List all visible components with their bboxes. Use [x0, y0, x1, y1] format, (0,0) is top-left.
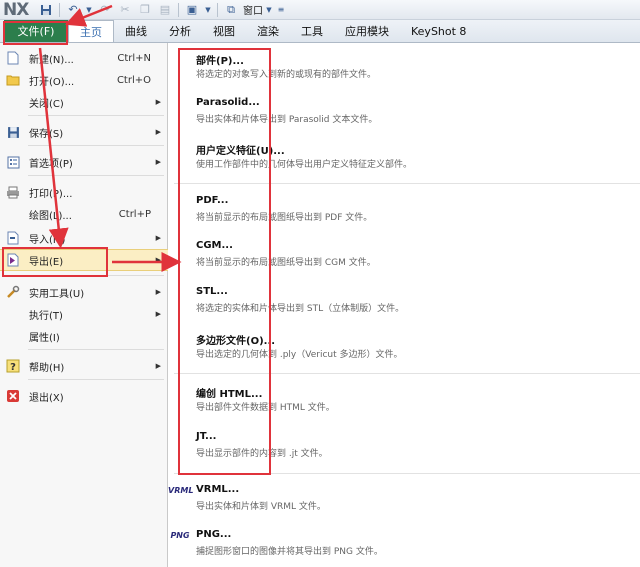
chevron-down-icon[interactable]: ▼ — [85, 2, 93, 18]
menu-item-label: 关闭(C) — [29, 98, 64, 110]
menu-item-label: 退出(X) — [29, 392, 64, 404]
save-icon[interactable] — [38, 2, 54, 18]
menu-item-exit[interactable]: 退出(X) — [0, 385, 168, 407]
menu-item-label: 保存(S) — [29, 128, 64, 140]
import-icon — [5, 230, 21, 246]
printer-icon — [5, 184, 21, 200]
menu-divider — [28, 145, 164, 146]
preferences-icon — [5, 154, 21, 170]
menu-item-utilities[interactable]: 实用工具(U) ▶ — [0, 281, 168, 303]
cut-icon[interactable]: ✂ — [117, 2, 133, 18]
menu-item-execute[interactable]: 执行(T) ▶ — [0, 303, 168, 325]
menu-item-label: 帮助(H) — [29, 362, 65, 374]
chevron-right-icon: ▶ — [155, 288, 161, 296]
toolbar-separator — [59, 2, 60, 17]
undo-icon[interactable]: ↶ — [65, 2, 81, 18]
menu-item-save[interactable]: 保存(S) ▶ — [0, 121, 168, 143]
menu-item-label: 打印(P)... — [29, 188, 73, 200]
chevron-right-icon: ▶ — [155, 256, 161, 264]
copy-icon[interactable]: ❐ — [137, 2, 153, 18]
tab-view[interactable]: 视图 — [202, 20, 246, 42]
window-menu-label[interactable]: 窗口 — [243, 2, 263, 17]
chevron-right-icon: ▶ — [155, 128, 161, 136]
tab-home[interactable]: 主页 — [68, 20, 114, 42]
command-finder-icon[interactable]: ▣ — [184, 2, 200, 18]
menu-item-label: 打开(O)... — [29, 76, 75, 88]
menu-item-label: 属性(I) — [29, 332, 60, 344]
menu-item-label: 实用工具(U) — [29, 288, 85, 300]
tab-tools[interactable]: 工具 — [290, 20, 334, 42]
chevron-right-icon: ▶ — [155, 234, 161, 242]
menu-item-label: 新建(N)... — [29, 54, 74, 66]
menu-item-close[interactable]: 关闭(C) ▶ — [0, 91, 168, 113]
menu-item-print[interactable]: 打印(P)... — [0, 181, 168, 203]
menu-item-help[interactable]: ? 帮助(H) ▶ — [0, 355, 168, 377]
menu-item-new[interactable]: 新建(N)... Ctrl+N — [0, 47, 168, 69]
menu-item-import[interactable]: 导入(M) ▶ — [0, 227, 168, 249]
toolbar-separator — [178, 2, 179, 17]
menu-shortcut: Ctrl+P — [118, 208, 151, 220]
nx-logo: NX — [3, 0, 29, 20]
submenu-item-desc: 导出实体和片体到 VRML 文件。 — [196, 502, 326, 512]
menu-item-label: 绘图(L)... — [29, 210, 72, 222]
tab-application[interactable]: 应用模块 — [334, 20, 400, 42]
chevron-right-icon: ▶ — [155, 310, 161, 318]
menu-divider — [28, 349, 164, 350]
menu-item-properties[interactable]: 属性(I) — [0, 325, 168, 347]
annotation-box-export — [2, 247, 108, 277]
menu-item-label: 首选项(P) — [29, 158, 73, 170]
ribbon-tabs: 文件(F) 主页 曲线 分析 视图 渲染 工具 应用模块 KeyShot 8 — [0, 20, 640, 43]
chevron-right-icon: ▶ — [155, 362, 161, 370]
submenu-item-title: VRML... — [196, 484, 240, 495]
paste-icon[interactable]: ▤ — [157, 2, 173, 18]
redo-icon[interactable]: ↷ — [97, 2, 113, 18]
tab-render[interactable]: 渲染 — [246, 20, 290, 42]
menu-item-preferences[interactable]: 首选项(P) ▶ — [0, 151, 168, 173]
menu-divider — [28, 115, 164, 116]
chevron-right-icon: ▶ — [155, 98, 161, 106]
vrml-icon: VRML — [168, 486, 194, 495]
annotation-box-export-options — [178, 48, 271, 475]
chevron-right-icon: ▶ — [155, 158, 161, 166]
quick-access-toolbar: NX ↶ ▼ ↷ ✂ ❐ ▤ ▣ ▼ ⧉ 窗口 ▼ ≡ — [0, 0, 640, 20]
tab-analysis[interactable]: 分析 — [158, 20, 202, 42]
menu-item-open[interactable]: 打开(O)... Ctrl+O — [0, 69, 168, 91]
submenu-item-desc: 捕捉图形窗口的图像并将其导出到 PNG 文件。 — [196, 547, 383, 557]
new-file-icon — [5, 50, 21, 66]
chevron-down-icon[interactable]: ▼ — [265, 2, 273, 18]
menu-item-plot[interactable]: 绘图(L)... Ctrl+P — [0, 203, 168, 225]
utilities-icon — [5, 284, 21, 300]
menu-divider — [28, 379, 164, 380]
customize-toolbar-icon[interactable]: ≡ — [277, 2, 285, 18]
file-menu: 新建(N)... Ctrl+N 打开(O)... Ctrl+O 关闭(C) ▶ … — [0, 43, 168, 567]
svg-text:?: ? — [10, 362, 16, 373]
window-icon[interactable]: ⧉ — [223, 2, 239, 18]
save-icon — [5, 124, 21, 140]
png-icon: PNG — [170, 531, 190, 540]
menu-shortcut: Ctrl+O — [116, 74, 151, 86]
open-folder-icon — [5, 72, 21, 88]
menu-divider — [28, 175, 164, 176]
toolbar-separator — [217, 2, 218, 17]
menu-shortcut: Ctrl+N — [117, 52, 151, 64]
tab-keyshot[interactable]: KeyShot 8 — [400, 20, 477, 42]
menu-item-label: 导入(M) — [29, 234, 66, 246]
chevron-down-icon[interactable]: ▼ — [204, 2, 212, 18]
menu-item-label: 执行(T) — [29, 310, 63, 322]
tab-curve[interactable]: 曲线 — [114, 20, 158, 42]
submenu-item-title: PNG... — [196, 529, 232, 540]
help-icon: ? — [5, 358, 21, 374]
annotation-box-file-tab — [3, 21, 68, 45]
exit-icon — [5, 388, 21, 404]
